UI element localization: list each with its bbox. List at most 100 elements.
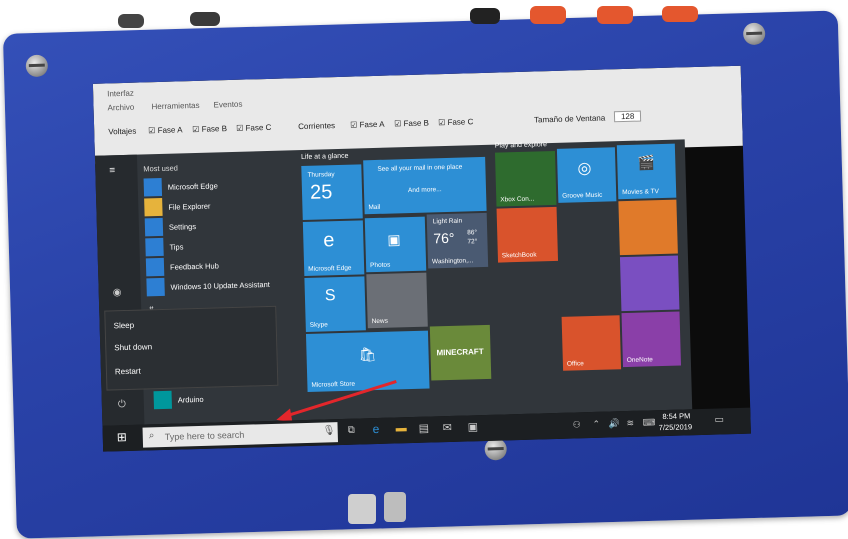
arrow-shaft — [283, 380, 397, 419]
bottom-connector — [384, 492, 406, 522]
clapperboard-icon: 🎬 — [637, 154, 655, 171]
connector-knob-orange — [662, 6, 698, 22]
weather-high: 86° — [467, 229, 478, 237]
screw-top-right — [742, 22, 766, 46]
app-update-assistant[interactable]: Windows 10 Update Assistant — [170, 280, 269, 292]
skype-label: Skype — [309, 321, 328, 329]
minecraft-tile[interactable]: MINECRAFT — [429, 324, 492, 381]
screw-top-left — [25, 54, 49, 78]
keyboard-icon[interactable]: ⌨ — [642, 417, 655, 428]
edge-label: Microsoft Edge — [308, 264, 352, 273]
office-label: Office — [566, 360, 584, 368]
game-tile[interactable] — [618, 199, 678, 256]
speaker-icon[interactable]: 🔊 — [608, 418, 620, 429]
checkbox-label: Fase A — [157, 125, 183, 136]
microphone-icon[interactable]: 🎙 — [323, 425, 336, 436]
arduino-icon — [153, 390, 173, 410]
notification-icon[interactable]: ▭ — [714, 414, 724, 425]
window-size-label: Tamaño de Ventana — [533, 113, 606, 125]
people-icon[interactable]: ⚇ — [572, 419, 580, 430]
store-taskbar-icon[interactable]: ▤ — [418, 422, 429, 435]
app-title: Interfaz — [107, 88, 134, 99]
voltaje-fase-a-checkbox[interactable]: ☑ Fase A — [148, 125, 183, 135]
shopping-bag-icon: 🛍 — [358, 346, 377, 363]
calendar-tile[interactable]: Thursday 25 — [301, 164, 363, 221]
screw-bottom — [484, 437, 507, 461]
office-tile[interactable]: Office — [561, 315, 622, 371]
clock-time[interactable]: 8:54 PM — [662, 411, 690, 421]
weather-tile[interactable]: Light Rain 76° 86° 72° Washington,... — [426, 212, 489, 269]
groove-label: Groove Music — [562, 191, 603, 200]
xbox-label: Xbox Con... — [500, 195, 535, 204]
news-tile[interactable]: News — [366, 272, 428, 329]
lightbulb-icon — [145, 237, 164, 257]
candy-game-tile[interactable] — [619, 255, 680, 312]
clock-date[interactable]: 7/25/2019 — [659, 422, 693, 432]
windows-start-icon[interactable]: ⊞ — [117, 430, 127, 444]
checkbox-label: Fase B — [403, 118, 430, 129]
feedback-icon — [145, 257, 165, 277]
mail-taskbar-icon[interactable]: ✉ — [442, 421, 452, 434]
groove-tile[interactable]: ◎ Groove Music — [556, 147, 617, 203]
onenote-tile[interactable]: OneNote — [621, 311, 681, 368]
skype-tile[interactable]: S Skype — [304, 276, 366, 332]
windows-icon — [146, 277, 165, 297]
task-view-icon[interactable]: ⧉ — [348, 425, 355, 436]
touch-screen: Interfaz Archivo Herramientas Eventos Vo… — [92, 65, 751, 452]
mail-text: See all your mail in one place — [377, 163, 463, 173]
calendar-date: 25 — [309, 181, 333, 204]
edge-tile[interactable]: e Microsoft Edge — [302, 220, 365, 276]
sketchbook-label: SketchBook — [501, 251, 537, 260]
skype-icon: S — [324, 287, 336, 305]
menu-archivo[interactable]: Archivo — [107, 103, 134, 113]
app-tips[interactable]: Tips — [169, 242, 183, 251]
app-arduino[interactable]: Arduino — [178, 395, 204, 405]
connector-knob — [470, 8, 500, 24]
menu-eventos[interactable]: Eventos — [213, 100, 242, 110]
shutdown-option[interactable]: Shut down — [114, 342, 152, 352]
weather-condition: Light Rain — [432, 217, 463, 226]
photos-tile[interactable]: ▣ Photos — [364, 216, 427, 273]
app-file-explorer[interactable]: File Explorer — [168, 202, 210, 212]
app-settings[interactable]: Settings — [169, 222, 196, 232]
photos-label: Photos — [369, 261, 391, 270]
restart-option[interactable]: Restart — [115, 367, 141, 377]
edge-icon: e — [323, 229, 335, 252]
checkbox-label: Fase B — [201, 124, 228, 134]
app-feedback-hub[interactable]: Feedback Hub — [170, 261, 219, 271]
hamburger-icon[interactable]: ≡ — [109, 165, 115, 176]
power-icon[interactable]: ⏻ — [118, 399, 126, 410]
app-taskbar-icon[interactable]: ▣ — [467, 420, 478, 433]
chevron-up-icon[interactable]: ⌃ — [592, 419, 600, 430]
photo-icon: ▣ — [387, 231, 401, 248]
corrientes-label: Corrientes — [298, 121, 336, 132]
connector-knob — [190, 12, 220, 26]
edge-taskbar-icon[interactable]: e — [372, 422, 379, 436]
app-edge[interactable]: Microsoft Edge — [168, 181, 218, 191]
corriente-fase-b-checkbox[interactable]: ☑ Fase B — [394, 118, 429, 128]
menu-herramientas[interactable]: Herramientas — [151, 101, 199, 111]
xbox-tile[interactable]: Xbox Con... — [494, 150, 557, 207]
sketchbook-tile[interactable]: SketchBook — [496, 206, 559, 263]
mail-tile[interactable]: See all your mail in one place And more.… — [363, 156, 487, 215]
weather-city: Washington,... — [431, 257, 474, 266]
weather-low: 72° — [467, 238, 478, 246]
folder-taskbar-icon[interactable]: ▬ — [395, 422, 406, 434]
window-size-field[interactable]: 128 — [613, 110, 642, 123]
sleep-option[interactable]: Sleep — [114, 321, 135, 331]
checkbox-label: Fase C — [245, 122, 272, 133]
connector-knob-orange — [530, 6, 566, 24]
bottom-connector — [348, 494, 376, 524]
minecraft-logo: MINECRAFT — [436, 347, 484, 358]
connector-knob — [118, 14, 144, 28]
voltaje-fase-b-checkbox[interactable]: ☑ Fase B — [192, 124, 227, 134]
corriente-fase-c-checkbox[interactable]: ☑ Fase C — [438, 117, 473, 127]
wifi-icon[interactable]: ≋ — [626, 418, 634, 429]
voltaje-fase-c-checkbox[interactable]: ☑ Fase C — [236, 123, 271, 133]
corriente-fase-a-checkbox[interactable]: ☑ Fase A — [350, 120, 385, 130]
search-placeholder: Type here to search — [164, 429, 245, 442]
movies-tile[interactable]: 🎬 Movies & TV — [616, 143, 677, 200]
user-icon[interactable]: ◉ — [113, 287, 122, 298]
search-box[interactable]: ⌕ Type here to search 🎙 — [142, 422, 339, 448]
onenote-label: OneNote — [626, 356, 653, 365]
